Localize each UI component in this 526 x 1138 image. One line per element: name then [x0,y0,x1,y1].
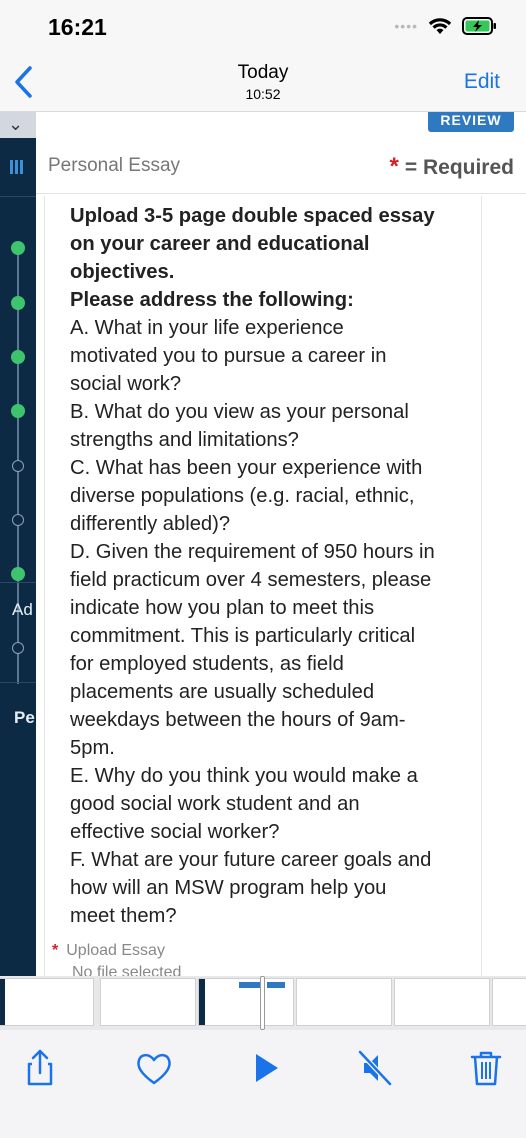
edit-button[interactable]: Edit [464,70,500,94]
status-icons: •••• [394,16,498,36]
required-label: = Required [404,156,514,179]
instructions-heading: Upload 3-5 page double spaced essay [70,205,435,227]
instruction-line: placements are usually scheduled [70,681,375,703]
instruction-line: strengths and limitations? [70,429,299,451]
filmstrip-frame [492,978,526,1026]
instruction-line: commitment. This is particularly critica… [70,625,416,647]
mute-button[interactable] [356,1048,396,1088]
speaker-muted-icon [357,1049,393,1087]
instruction-line: motivated you to pursue a career in [70,345,387,367]
instruction-line: how will an MSW program help you [70,877,387,899]
sidebar-section-label[interactable]: Pe [14,708,35,728]
instruction-line: social work? [70,373,182,395]
instruction-line: good social work student and an [70,793,360,815]
sidebar-section-label[interactable]: Ad [12,600,33,620]
instruction-line: meet them? [70,905,177,927]
step-incomplete-dot[interactable] [12,642,24,654]
battery-charging-icon [462,16,498,36]
section-header: Personal Essay * = Required [36,142,526,194]
trash-icon [470,1051,502,1086]
required-star: * [389,153,399,180]
instruction-line: 5pm. [70,737,115,759]
sidebar-divider [0,682,36,683]
signal-icon: •••• [394,18,418,34]
instruction-line: A. What in your life experience [70,317,344,339]
step-complete-dot[interactable] [11,350,25,364]
status-time: 16:21 [48,14,107,40]
required-star: * [52,942,59,959]
navigation-bar: Today 10:52 Edit [0,52,526,112]
review-button[interactable]: REVIEW [428,112,514,132]
instruction-line: C. What has been your experience with [70,457,423,479]
instruction-line: F. What are your future career goals and [70,849,432,871]
step-incomplete-dot[interactable] [12,514,24,526]
video-filmstrip[interactable] [0,976,526,1030]
instruction-line: differently abled)? [70,513,231,535]
heart-icon [137,1053,171,1085]
instruction-line: weekdays between the hours of 9am- [70,709,406,731]
file-status[interactable]: No file selected [72,964,181,976]
share-icon [27,1049,53,1086]
instructions-heading: on your career and educational [70,233,370,255]
wifi-icon [428,17,452,35]
step-complete-dot[interactable] [11,404,25,418]
delete-button[interactable] [466,1048,506,1088]
media-toolbar [0,1030,526,1138]
instruction-line: field practicum over 4 semesters, please [70,569,432,591]
instruction-line: indicate how you plan to meet this [70,597,375,619]
chevron-down-icon[interactable]: ⌄ [8,114,23,135]
progress-sidebar: ⌄ Ad Pe [0,112,36,976]
nav-title: Today [237,62,289,83]
instruction-line: E. Why do you think you would make a [70,765,418,787]
upload-essay-label: * Upload Essay [52,942,165,960]
play-icon [256,1054,278,1082]
sidebar-divider [0,196,36,197]
instruction-line: diverse populations (e.g. racial, ethnic… [70,485,415,507]
sidebar-top-strip: ⌄ [0,112,36,138]
step-incomplete-dot[interactable] [12,460,24,472]
share-button[interactable] [20,1048,60,1088]
screenshot-content: ⌄ Ad Pe REVIEW Personal Essay * = Require… [0,112,526,976]
step-complete-dot[interactable] [11,567,25,581]
essay-instructions: Upload 3-5 page double spaced essay on y… [70,202,470,930]
instruction-line: effective social worker? [70,821,280,843]
status-bar: 16:21 •••• [0,0,526,52]
nav-subtitle: 10:52 [245,86,281,102]
essay-question-card: Upload 3-5 page double spaced essay on y… [44,196,482,976]
required-legend: * = Required [390,153,514,181]
instruction-line: for employed students, as field [70,653,344,675]
sidebar-divider [0,582,36,583]
step-complete-dot[interactable] [11,296,25,310]
play-button[interactable] [246,1048,286,1088]
filmstrip-frame [296,978,392,1026]
filmstrip-frame [100,978,196,1026]
menu-icon[interactable] [10,160,26,174]
filmstrip-frame [0,978,94,1026]
section-title: Personal Essay [48,155,181,176]
instruction-line: B. What do you view as your personal [70,401,409,423]
instruction-line: D. Given the requirement of 950 hours in [70,541,435,563]
upload-label-text: Upload Essay [66,942,165,959]
instructions-heading: objectives. [70,261,175,283]
filmstrip-frame [394,978,490,1026]
instructions-heading: Please address the following: [70,289,354,311]
step-complete-dot[interactable] [11,241,25,255]
filmstrip-frame [198,978,294,1026]
like-button[interactable] [134,1048,174,1088]
filmstrip-playhead[interactable] [260,976,265,1030]
